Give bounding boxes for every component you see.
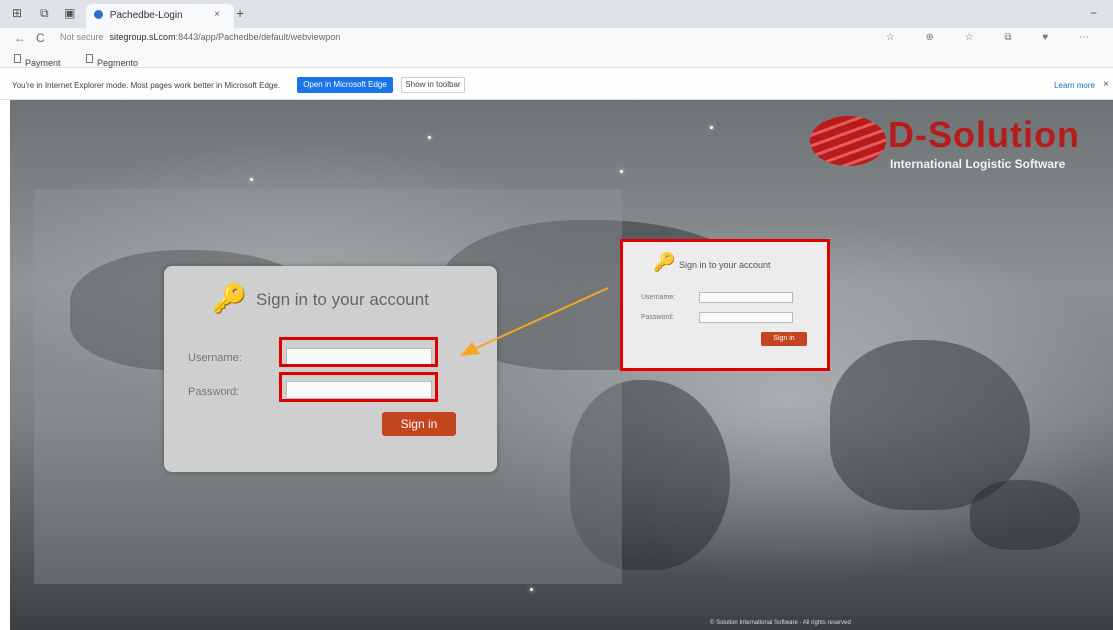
reference-password-input[interactable] [699,312,793,323]
infobar-message: You're in Internet Explorer mode. Most p… [12,81,281,90]
password-label: Password: [188,386,240,398]
browser-toolbar-icons[interactable]: ☆ ⊕ ☆ ⧉ ♥ ⋯ [886,32,1103,43]
url-field[interactable]: Not secure sitegroup.sLcom:8443/app/Pache… [60,32,340,42]
globe-logo-icon [810,116,886,166]
tab-actions-icon[interactable]: ⧉ [40,6,49,21]
sparkle [428,136,431,139]
username-highlight [279,337,438,367]
login-title: Sign in to your account [256,290,429,309]
logo-name: D-Solution [888,114,1080,155]
username-label: Username: [188,352,242,364]
page-content: D-Solution International Logistic Softwa… [10,100,1113,630]
back-button[interactable]: ← [14,31,26,45]
security-label: Not secure [60,32,104,42]
minimize-button[interactable]: − [1090,6,1097,20]
ie-mode-icon [94,10,103,19]
sparkle [710,126,713,129]
login-panel: 🔑 Sign in to your account Username: Pass… [164,266,497,472]
key-icon: 🔑 [653,252,676,272]
vertical-tabs-icon[interactable]: ▣ [64,6,75,20]
logo-tagline: International Logistic Software [890,157,1066,171]
reference-username-label: Username: [641,294,676,301]
ie-mode-infobar: You're in Internet Explorer mode. Most p… [0,69,1113,100]
url-host: sitegroup.sLcom [109,32,176,42]
zoomed-login-area: 🔑 Sign in to your account Username: Pass… [34,189,622,584]
workspaces-icon[interactable]: ⊞ [12,6,22,20]
d-solution-logo: D-Solution International Logistic Softwa… [810,112,1110,182]
page-icon [86,54,93,63]
arrow-shaft [471,287,609,351]
reference-password-label: Password: [641,314,674,321]
sign-in-button[interactable]: Sign in [382,412,456,436]
password-highlight [279,372,438,402]
annotation-arrow [460,287,609,356]
new-tab-button[interactable]: + [236,5,244,21]
show-in-toolbar-button[interactable]: Show in toolbar [401,77,465,93]
tab-bar: ⊞ ⧉ ▣ Pachedbe-Login × + − [0,0,1113,28]
reload-button[interactable]: C [36,31,45,45]
tab-title: Pachedbe-Login [109,10,183,21]
open-in-edge-button[interactable]: Open in Microsoft Edge [297,77,393,93]
infobar-close-icon[interactable]: × [1103,79,1109,90]
page-icon [14,54,21,63]
bookmark-item[interactable]: Pegmento Learn [86,54,138,78]
url-path: :8443/app/Pachedbe/default/webviewpon [175,32,341,42]
reference-login-title: Sign in to your account [679,260,771,270]
favorites-bar: Payment 101 Pegmento Learn [0,50,1113,78]
reference-username-input[interactable] [699,292,793,303]
bookmark-item[interactable]: Payment 101 [14,54,61,78]
sparkle [530,588,533,591]
page-footer: © Solution International Software · All … [710,620,851,626]
sparkle [250,178,253,181]
tab-close-icon[interactable]: × [214,9,220,20]
sparkle [620,170,623,173]
browser-tab[interactable]: Pachedbe-Login × [86,4,234,28]
learn-more-link[interactable]: Learn more [1054,81,1095,90]
map-continent [970,480,1080,550]
key-icon: 🔑 [212,283,247,314]
reference-login-panel: 🔑 Sign in to your account Username: Pass… [620,239,830,371]
arrow-head [460,342,480,356]
address-bar: ← C Not secure sitegroup.sLcom:8443/app/P… [0,28,1113,50]
reference-sign-in-button[interactable]: Sign in [761,332,807,346]
